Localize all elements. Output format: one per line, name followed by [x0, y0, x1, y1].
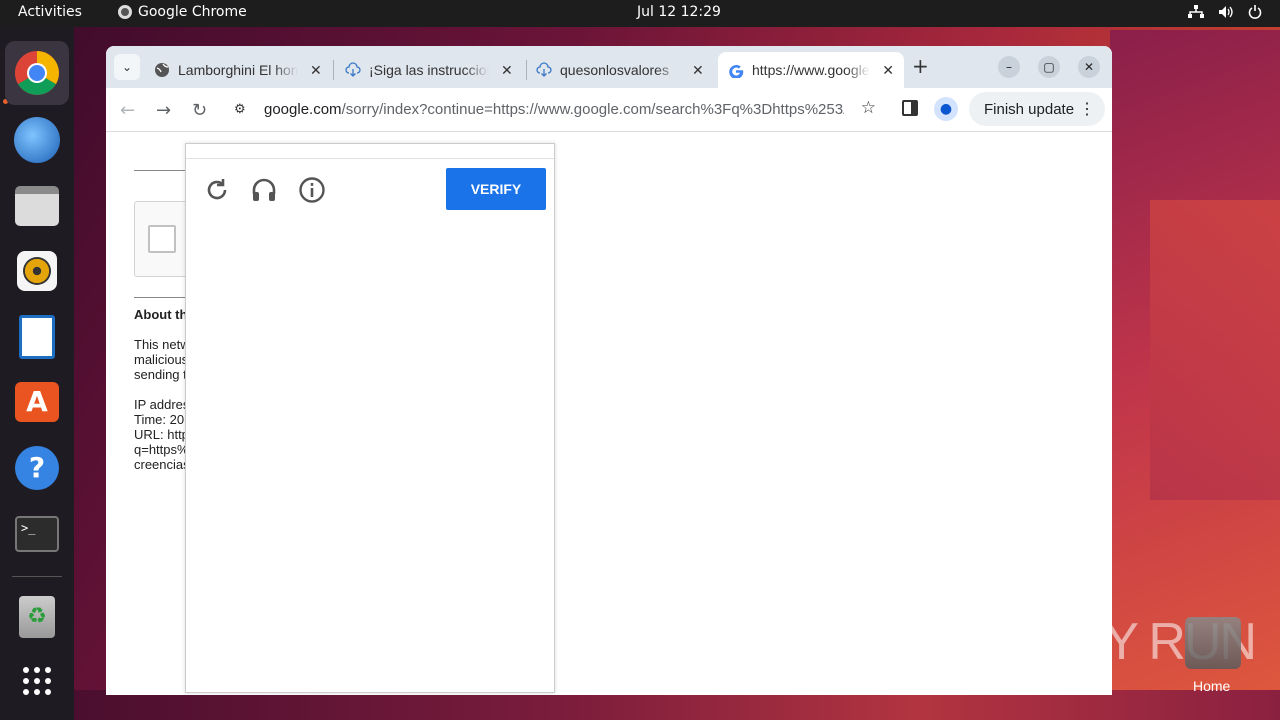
trash-icon: ♻ [19, 596, 55, 638]
home-folder-label: Home [1193, 678, 1231, 694]
finish-update-button[interactable]: Finish update ⋮ [969, 92, 1105, 126]
globe-icon [154, 62, 170, 78]
close-tab-icon[interactable]: ✕ [310, 62, 322, 79]
clock[interactable]: Jul 12 12:29 [637, 4, 721, 20]
dock-files[interactable] [5, 174, 69, 238]
kebab-menu-icon: ⋮ [1079, 101, 1095, 118]
dock-separator [12, 576, 62, 577]
info-line: IP addres [134, 397, 186, 412]
tab-title: quesonlosvalores [560, 62, 669, 78]
dock-writer[interactable] [5, 305, 69, 369]
tab-title: Lamborghini El hombre [178, 62, 298, 78]
writer-icon [19, 315, 55, 359]
download-icon [536, 62, 552, 78]
dock: A ? >_ ♻ [0, 27, 74, 720]
para-line: malicious [134, 352, 186, 367]
omnibox[interactable]: ⚙ google.com/sorry/index?continue=https:… [224, 92, 882, 126]
info-line: q=https% [134, 442, 186, 457]
app-menu[interactable]: Google Chrome [118, 4, 247, 20]
profile-avatar[interactable]: ● [934, 97, 958, 121]
show-apps-button[interactable] [5, 649, 69, 713]
google-icon [728, 62, 744, 79]
recaptcha-checkbox[interactable] [148, 225, 176, 253]
back-button[interactable]: ← [120, 100, 135, 121]
url-host: google.com [264, 100, 342, 118]
dock-terminal[interactable]: >_ [5, 502, 69, 566]
download-icon [345, 62, 361, 78]
reload-button[interactable]: ↻ [192, 100, 207, 121]
dock-thunderbird[interactable] [5, 108, 69, 172]
tab-separator [333, 60, 334, 80]
dock-trash[interactable]: ♻ [5, 585, 69, 649]
page-content: About th This netw malicious sending t I… [106, 133, 1112, 695]
para-line: This netw [134, 337, 186, 352]
tab-search-button[interactable]: ⌄ [114, 54, 140, 80]
info-icon[interactable] [298, 176, 326, 204]
side-panel-icon[interactable] [902, 100, 918, 116]
url-path: /sorry/index?continue=https://www.google… [341, 100, 844, 118]
dock-help[interactable]: ? [5, 436, 69, 500]
info-line: creencias [134, 457, 186, 472]
forward-button[interactable]: → [156, 100, 171, 121]
divider [134, 297, 186, 298]
dock-rhythmbox[interactable] [5, 239, 69, 303]
finish-update-label: Finish update [984, 100, 1075, 118]
tab-strip: ⌄ Lamborghini El hombre ✕ ¡Siga las inst… [106, 46, 1112, 88]
files-icon [15, 186, 59, 226]
reload-challenge-icon[interactable] [203, 176, 231, 204]
info-line: Time: 20 [134, 412, 185, 427]
new-tab-button[interactable]: + [912, 54, 929, 78]
tab-1[interactable]: Lamborghini El hombre ✕ [144, 52, 332, 88]
info-line: URL: http [134, 427, 186, 442]
home-folder-icon[interactable] [1185, 617, 1241, 669]
about-heading: About th [134, 307, 186, 322]
chrome-icon [15, 51, 59, 95]
toolbar: ← → ↻ ⚙ google.com/sorry/index?continue=… [106, 88, 1112, 132]
dock-chrome[interactable] [5, 41, 69, 105]
network-icon [1188, 5, 1204, 24]
tab-4-active[interactable]: https://www.google.com ✕ [718, 52, 904, 88]
bookmark-star-icon[interactable]: ☆ [861, 98, 876, 118]
tab-title: ¡Siga las instrucciones [369, 62, 489, 78]
power-icon [1248, 5, 1262, 24]
top-bar: Activities Google Chrome Jul 12 12:29 [0, 0, 1280, 27]
sorry-page-background: About th This netw malicious sending t I… [106, 133, 186, 695]
audio-challenge-icon[interactable] [250, 176, 278, 204]
terminal-icon: >_ [15, 516, 59, 552]
app-center-icon: A [15, 382, 59, 422]
chrome-window: ⌄ Lamborghini El hombre ✕ ¡Siga las inst… [106, 46, 1112, 695]
maximize-button[interactable]: ▢ [1038, 56, 1060, 78]
wallpaper-shape [1150, 200, 1280, 500]
tab-3[interactable]: quesonlosvalores ✕ [526, 52, 714, 88]
tab-title: https://www.google.com [752, 62, 870, 78]
challenge-header-line [186, 158, 554, 159]
close-tab-icon[interactable]: ✕ [501, 62, 513, 79]
help-icon: ? [15, 446, 59, 490]
rhythmbox-icon [17, 251, 57, 291]
activities-button[interactable]: Activities [18, 4, 82, 20]
system-tray[interactable] [1188, 5, 1262, 24]
para-line: sending t [134, 367, 186, 382]
grid-icon [23, 667, 51, 695]
thunderbird-icon [14, 117, 60, 163]
close-tab-icon[interactable]: ✕ [692, 62, 704, 79]
recaptcha-challenge-popup: VERIFY [185, 143, 555, 693]
close-tab-icon[interactable]: ✕ [882, 62, 894, 79]
tab-2[interactable]: ¡Siga las instrucciones ✕ [335, 52, 523, 88]
chrome-icon [118, 5, 132, 19]
verify-button[interactable]: VERIFY [446, 168, 546, 210]
volume-icon [1218, 5, 1234, 24]
url-text: google.com/sorry/index?continue=https://… [264, 101, 844, 118]
divider [134, 170, 186, 171]
minimize-button[interactable]: – [998, 56, 1020, 78]
recaptcha-widget[interactable] [134, 201, 186, 277]
app-name: Google Chrome [138, 4, 247, 20]
site-info-icon[interactable]: ⚙ [234, 101, 254, 117]
dock-app-center[interactable]: A [5, 370, 69, 434]
close-window-button[interactable]: ✕ [1078, 56, 1100, 78]
